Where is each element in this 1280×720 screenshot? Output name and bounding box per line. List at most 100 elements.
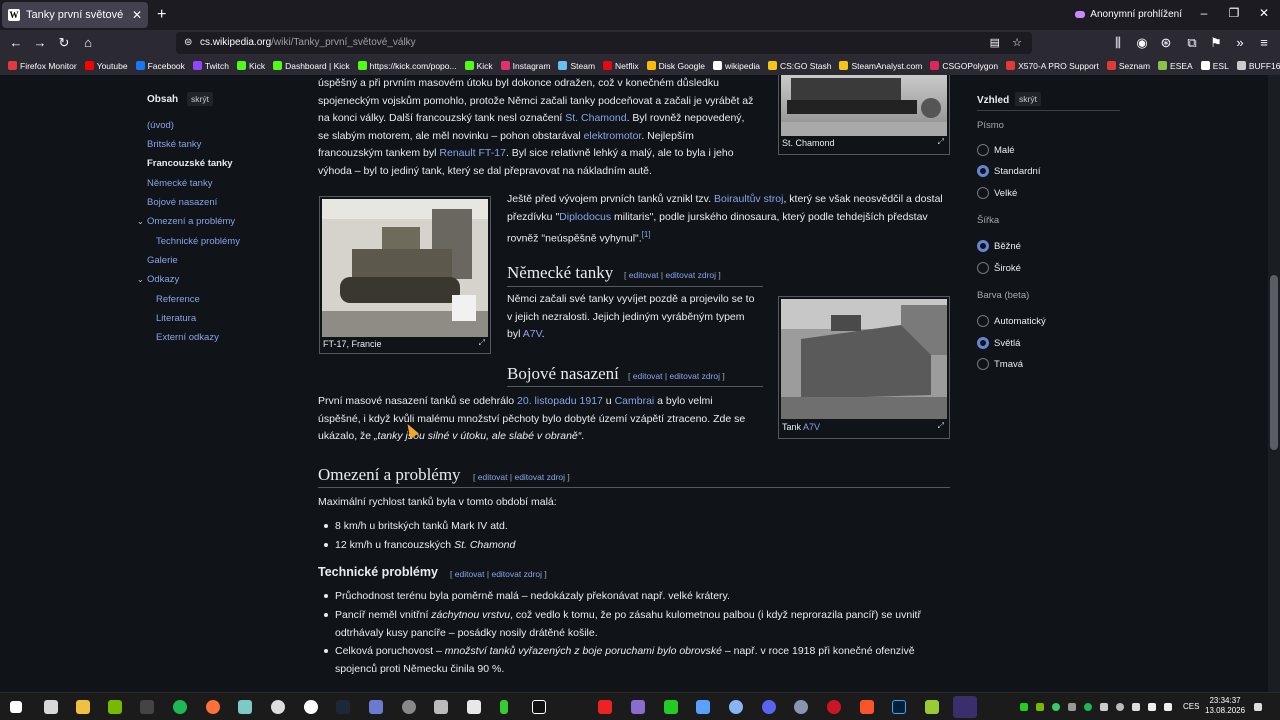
expand-icon[interactable]: ⤢ xyxy=(938,137,944,147)
bookmark-item[interactable]: CS:GO Stash xyxy=(767,61,831,71)
app-icon[interactable] xyxy=(271,700,285,714)
edit-link[interactable]: editovat xyxy=(455,569,485,579)
link-diplodocus[interactable]: Diplodocus xyxy=(559,211,611,223)
bookmark-item[interactable]: Kick xyxy=(464,61,493,71)
reload-icon[interactable]: ↻ xyxy=(56,35,72,51)
system-clock[interactable]: 23:34:37 13.08.2026 xyxy=(1205,696,1245,716)
edit-link[interactable]: editovat xyxy=(629,270,659,280)
edit-source-link[interactable]: editovat zdroj xyxy=(491,569,542,579)
bookmark-item[interactable]: wikipedia xyxy=(712,61,760,71)
scrollbar-thumb[interactable] xyxy=(1270,275,1278,450)
toc-item-externi[interactable]: Externí odkazy xyxy=(156,332,219,343)
radio-circle[interactable] xyxy=(977,187,989,199)
kick-icon[interactable] xyxy=(532,700,546,714)
toc-item-literatura[interactable]: Literatura xyxy=(156,313,196,324)
overflow-chevrons-icon[interactable]: » xyxy=(1232,35,1248,50)
spotify-icon[interactable] xyxy=(173,700,187,714)
microphone-icon[interactable] xyxy=(1132,703,1140,711)
tab-active[interactable]: W Tanky první světové války – Wiki ✕ xyxy=(2,2,148,28)
new-tab-button[interactable]: + xyxy=(157,6,166,24)
expand-icon[interactable]: ⤢ xyxy=(938,421,944,431)
st-chamond-photo[interactable] xyxy=(781,75,947,136)
reference-link[interactable]: [1] xyxy=(642,230,651,239)
tray-icon[interactable] xyxy=(1116,703,1124,711)
radio-color-auto[interactable]: Automatický xyxy=(977,315,1046,327)
chevron-down-icon[interactable]: ⌄ xyxy=(137,275,144,284)
link-cambrai[interactable]: Cambrai xyxy=(615,395,655,407)
radio-width-wide[interactable]: Široké xyxy=(977,262,1021,274)
toc-item-reference[interactable]: Reference xyxy=(156,294,200,305)
account-icon[interactable]: ◉ xyxy=(1134,35,1150,51)
a7v-photo[interactable] xyxy=(781,299,947,419)
bookmark-item[interactable]: Seznam xyxy=(1106,61,1150,71)
nvidia-icon[interactable] xyxy=(108,700,122,714)
vpn-icon[interactable]: ⊛ xyxy=(1158,35,1174,51)
edit-source-link[interactable]: editovat zdroj xyxy=(669,371,720,381)
link-elektromotor[interactable]: elektromotor xyxy=(584,130,642,142)
app-icon[interactable] xyxy=(925,700,939,714)
bookmark-item[interactable]: CSGOPolygon xyxy=(930,61,998,71)
bookmark-item[interactable]: X570-A PRO Support xyxy=(1006,61,1099,71)
window-close-icon[interactable]: ✕ xyxy=(1254,6,1274,20)
radio-circle[interactable] xyxy=(977,144,989,156)
link-renault-ft17[interactable]: Renault FT-17 xyxy=(439,147,506,159)
firefox-icon[interactable] xyxy=(206,700,220,714)
radio-width-normal[interactable]: Běžné xyxy=(977,240,1021,252)
edit-link[interactable]: editovat xyxy=(633,371,663,381)
bookmark-item[interactable]: ESL xyxy=(1200,61,1229,71)
bookmark-item[interactable]: Firefox Monitor xyxy=(8,61,77,71)
radio-circle[interactable] xyxy=(977,315,989,327)
shield-icon[interactable] xyxy=(44,700,58,714)
ft17-photo[interactable] xyxy=(322,199,488,337)
bookmark-item[interactable]: Disk Google xyxy=(646,61,705,71)
volume-icon[interactable] xyxy=(1164,703,1172,711)
minimize-icon[interactable]: – xyxy=(1194,6,1214,20)
network-icon[interactable] xyxy=(1148,703,1156,711)
toc-hide-button[interactable]: skrýt xyxy=(187,92,213,106)
bookmark-item[interactable]: Netflix xyxy=(603,61,639,71)
toc-item-uvod[interactable]: (úvod) xyxy=(147,120,174,131)
bookmark-item[interactable]: Dashboard | Kick xyxy=(273,61,350,71)
app-icon[interactable] xyxy=(794,700,808,714)
bookmark-item[interactable]: ESEA xyxy=(1158,61,1193,71)
addon-icon[interactable]: ⚑ xyxy=(1208,35,1224,51)
discord-icon[interactable] xyxy=(762,700,776,714)
private-browser-active-icon[interactable] xyxy=(953,696,977,718)
terminal-icon[interactable] xyxy=(140,700,154,714)
link-date[interactable]: 20. listopadu 1917 xyxy=(517,395,603,407)
tray-icon[interactable] xyxy=(1036,703,1044,711)
toc-item-nemecke[interactable]: Německé tanky xyxy=(147,178,212,189)
bookmark-item[interactable]: https://kick.com/popo... xyxy=(357,61,457,71)
toc-item-omezeni[interactable]: Omezení a problémy xyxy=(147,216,235,227)
toc-item-galerie[interactable]: Galerie xyxy=(147,255,178,266)
chevron-down-icon[interactable]: ⌄ xyxy=(137,217,144,226)
link-boiraultuv-stroj[interactable]: Boiraultův stroj xyxy=(714,193,783,205)
tray-icon[interactable] xyxy=(1020,703,1028,711)
radio-circle[interactable] xyxy=(977,262,989,274)
app-icon[interactable] xyxy=(402,700,416,714)
radio-circle-selected[interactable] xyxy=(977,337,989,349)
bookmark-item[interactable]: Twitch xyxy=(192,61,229,71)
clock-app-icon[interactable] xyxy=(304,700,318,714)
library-icon[interactable]: ⫼ xyxy=(1110,35,1126,51)
opera-icon[interactable] xyxy=(827,700,841,714)
bookmark-item[interactable]: Instagram xyxy=(500,61,550,71)
tray-icon[interactable] xyxy=(1068,703,1076,711)
steam-icon[interactable] xyxy=(336,700,350,714)
url-bar[interactable]: ⊜ cs.wikipedia.org/wiki/Tanky_první_svět… xyxy=(176,32,1032,54)
tray-icon[interactable] xyxy=(1084,703,1092,711)
page-scrollbar[interactable] xyxy=(1268,75,1280,692)
forward-icon[interactable]: → xyxy=(32,35,48,50)
windows-start-icon[interactable] xyxy=(10,701,22,713)
app-icon[interactable] xyxy=(598,700,612,714)
edit-source-link[interactable]: editovat zdroj xyxy=(665,270,716,280)
bookmark-item[interactable]: Facebook xyxy=(135,61,185,71)
toc-item-francouzske[interactable]: Francouzské tanky xyxy=(147,158,233,169)
appearance-hide-button[interactable]: skrýt xyxy=(1015,92,1041,106)
bookmark-star-icon[interactable]: ☆ xyxy=(1012,32,1022,54)
radio-circle-selected[interactable] xyxy=(977,165,989,177)
radio-color-dark[interactable]: Tmavá xyxy=(977,358,1023,370)
back-icon[interactable]: ← xyxy=(8,35,24,50)
link-a7v-caption[interactable]: A7V xyxy=(803,422,820,432)
app-icon[interactable] xyxy=(729,700,743,714)
